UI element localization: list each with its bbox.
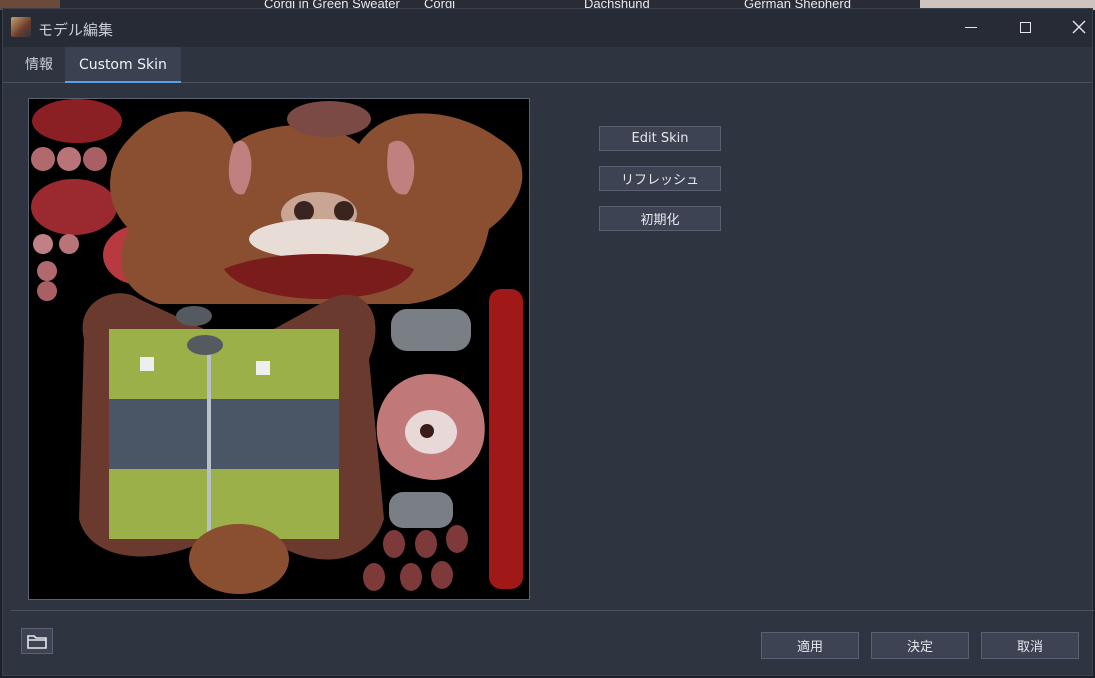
maximize-icon <box>1019 21 1031 33</box>
tab-info[interactable]: 情報 <box>11 47 67 81</box>
reset-button[interactable]: 初期化 <box>599 206 721 231</box>
cancel-button[interactable]: 取消 <box>981 632 1079 659</box>
app-icon <box>11 17 31 37</box>
window-title: モデル編集 <box>38 21 114 39</box>
close-icon <box>1072 20 1086 34</box>
edit-skin-button[interactable]: Edit Skin <box>599 126 721 151</box>
minimize-button[interactable] <box>944 9 998 45</box>
skin-texture-image <box>29 99 529 599</box>
maximize-button[interactable] <box>998 9 1052 45</box>
ok-button[interactable]: 決定 <box>871 632 969 659</box>
custom-skin-panel: Edit Skin リフレッシュ 初期化 <box>11 84 1094 611</box>
tab-bar: 情報 Custom Skin <box>3 47 1092 83</box>
minimize-icon <box>965 26 977 28</box>
skin-texture-preview <box>28 98 530 600</box>
open-folder-button[interactable] <box>21 628 53 654</box>
model-edit-window: モデル編集 情報 Custom Skin Edit Skin リフレッシュ 初期… <box>2 8 1094 676</box>
tab-custom-skin[interactable]: Custom Skin <box>65 47 181 83</box>
folder-icon <box>27 635 47 649</box>
refresh-button[interactable]: リフレッシュ <box>599 166 721 191</box>
title-bar[interactable]: モデル編集 <box>3 9 1092 47</box>
close-button[interactable] <box>1052 9 1095 45</box>
apply-button[interactable]: 適用 <box>761 632 859 659</box>
